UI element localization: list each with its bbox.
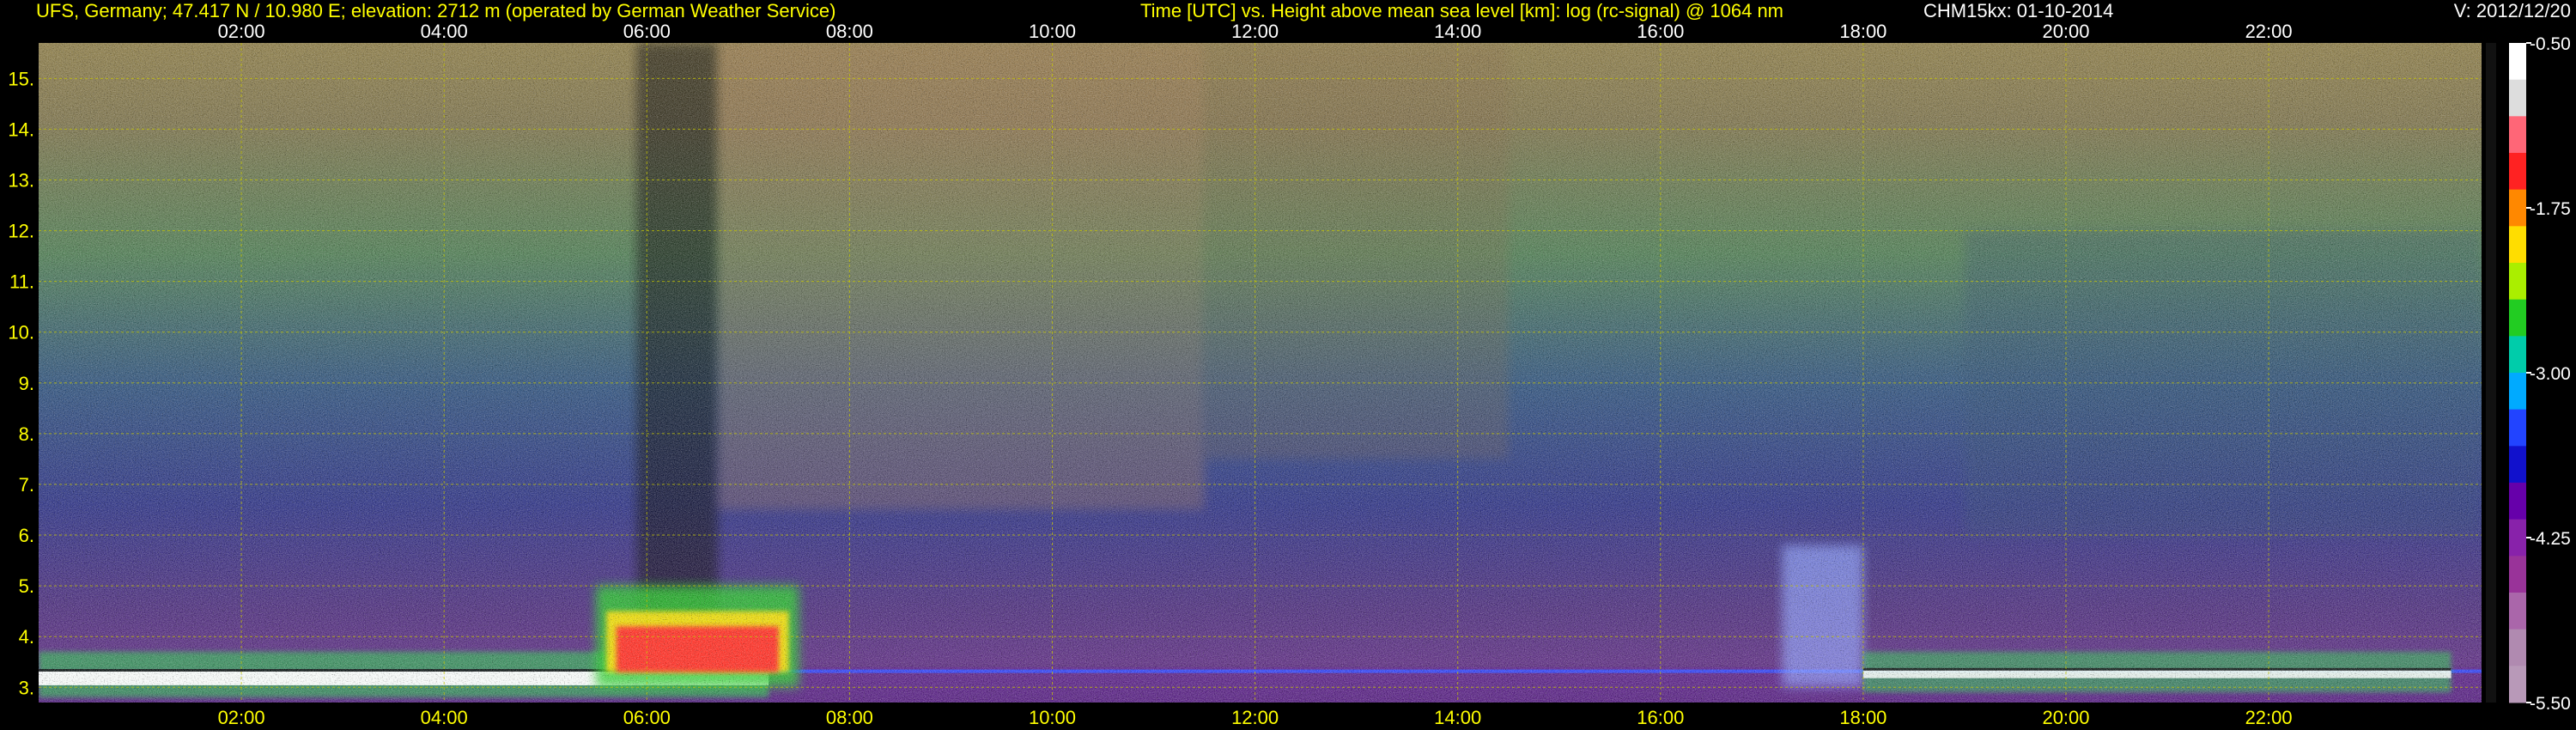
colorbar-segment-5 [2509, 226, 2526, 264]
colorbar-segment-4 [2509, 189, 2526, 227]
backscatter-heatmap-chart: 02:00 04:00 06:00 08:00 10:00 12:00 14:00 16:00… [8, 21, 2571, 728]
y-tick-7: 10. [8, 322, 34, 344]
y-tick-2: 5. [19, 575, 34, 597]
x-tick-top-1: 04:00 [421, 21, 468, 42]
y-tick-12: 15. [8, 68, 34, 89]
x-tick-top-5: 12:00 [1231, 21, 1279, 42]
colorbar-segment-2 [2509, 116, 2526, 154]
ceilometer-plot-window: UFS, Germany; 47.417 N / 10.980 E; eleva… [0, 0, 2576, 730]
x-tick-bottom-2: 06:00 [623, 707, 671, 728]
colorbar-segment-6 [2509, 263, 2526, 301]
x-tick-top-4: 10:00 [1029, 21, 1076, 42]
x-tick-top-8: 18:00 [1839, 21, 1886, 42]
x-tick-bottom-0: 02:00 [218, 707, 265, 728]
x-tick-bottom-10: 22:00 [2245, 707, 2293, 728]
y-tick-3: 6. [19, 525, 34, 546]
x-tick-top-6: 14:00 [1434, 21, 1481, 42]
colorbar-segment-16 [2509, 629, 2526, 666]
colorbar-segment-13 [2509, 519, 2526, 557]
x-tick-bottom-6: 14:00 [1434, 707, 1481, 728]
x-tick-top-7: 16:00 [1637, 21, 1684, 42]
x-tick-top-0: 02:00 [218, 21, 265, 42]
x-tick-bottom-3: 08:00 [826, 707, 873, 728]
x-tick-top-9: 20:00 [2042, 21, 2089, 42]
x-tick-top-3: 08:00 [826, 21, 873, 42]
x-tick-bottom-8: 18:00 [1839, 707, 1886, 728]
y-tick-10: 13. [8, 170, 34, 192]
colorbar-gap [2486, 43, 2496, 703]
x-tick-bottom-1: 04:00 [421, 707, 468, 728]
colorbar-segment-0 [2509, 43, 2526, 81]
colorbar-segment-7 [2509, 299, 2526, 337]
y-axis: 3. 4. 5. 6. 7. 8. 9. 10. 11. 12. 13. 14. 15. [8, 68, 34, 698]
y-tick-9: 12. [8, 221, 34, 242]
colorbar: -0.50 -1.75 -3.00 -4.25 -5.50 [2486, 34, 2571, 714]
x-tick-bottom-9: 20:00 [2042, 707, 2089, 728]
x-tick-top-2: 06:00 [623, 21, 671, 42]
noise-light-layer [39, 43, 2482, 703]
colorbar-segment-1 [2509, 79, 2526, 117]
colorbar-tick-1: -1.75 [2530, 199, 2571, 219]
x-tick-bottom-4: 10:00 [1029, 707, 1076, 728]
colorbar-segment-3 [2509, 153, 2526, 191]
colorbar-segment-17 [2509, 666, 2526, 703]
x-tick-bottom-5: 12:00 [1231, 707, 1279, 728]
colorbar-segment-10 [2509, 409, 2526, 447]
y-tick-0: 3. [19, 677, 34, 698]
colorbar-segment-9 [2509, 373, 2526, 411]
colorbar-tick-3: -4.25 [2530, 529, 2571, 549]
x-axis-bottom: 02:00 04:00 06:00 08:00 10:00 12:00 14:00 16:00… [218, 707, 2293, 728]
y-tick-11: 14. [8, 119, 34, 140]
colorbar-segment-14 [2509, 556, 2526, 593]
y-tick-5: 8. [19, 423, 34, 445]
x-tick-top-10: 22:00 [2245, 21, 2293, 42]
colorbar-tick-2: -3.00 [2530, 364, 2571, 384]
y-tick-8: 11. [9, 271, 34, 293]
colorbar-segment-15 [2509, 593, 2526, 630]
x-axis-top: 02:00 04:00 06:00 08:00 10:00 12:00 14:00 16:00… [218, 21, 2293, 42]
y-tick-1: 4. [19, 626, 34, 648]
colorbar-tick-0: -0.50 [2530, 34, 2571, 54]
colorbar-tick-4: -5.50 [2530, 694, 2571, 714]
y-tick-4: 7. [19, 474, 34, 496]
y-tick-6: 9. [19, 373, 34, 394]
colorbar-segment-11 [2509, 446, 2526, 484]
x-tick-bottom-7: 16:00 [1637, 707, 1684, 728]
colorbar-segment-12 [2509, 483, 2526, 520]
colorbar-segment-8 [2509, 336, 2526, 374]
plot-area [39, 43, 2482, 703]
